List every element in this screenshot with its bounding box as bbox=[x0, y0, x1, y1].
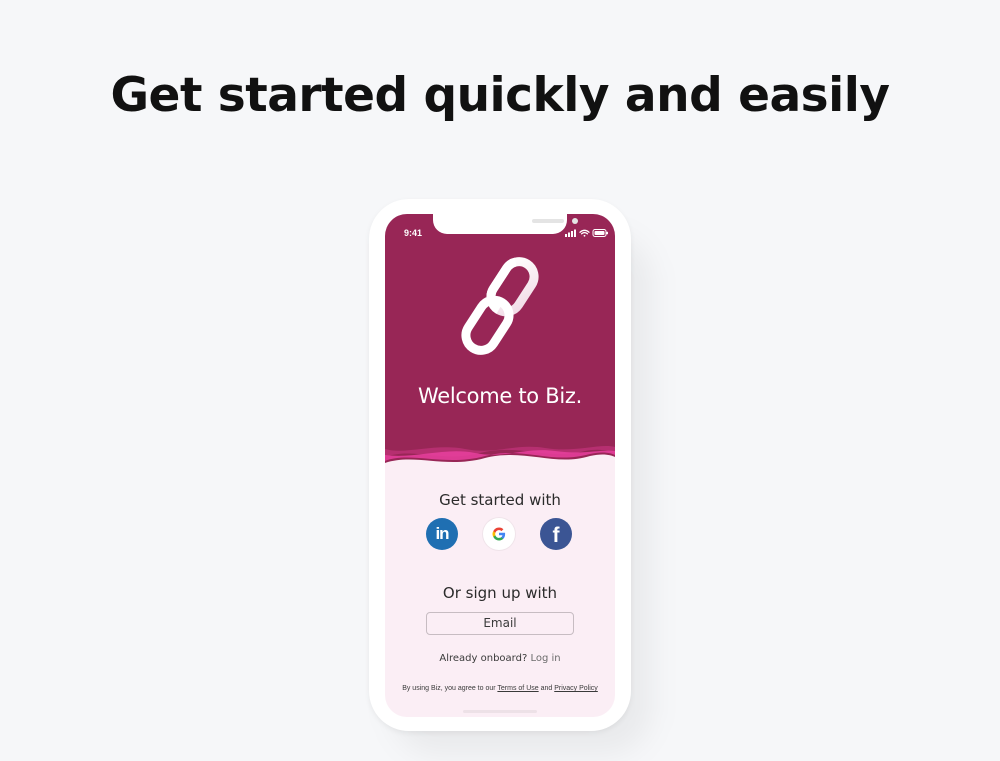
google-signin-button[interactable] bbox=[483, 518, 515, 550]
linkedin-icon: in bbox=[435, 524, 449, 543]
legal-prefix: By using Biz, you agree to our bbox=[402, 685, 496, 692]
welcome-header: 9:41 Welcome to Biz. bbox=[385, 214, 615, 469]
chain-link-logo-icon bbox=[461, 257, 539, 355]
linkedin-signin-button[interactable]: in bbox=[426, 518, 458, 550]
home-indicator bbox=[463, 710, 537, 713]
legal-text: By using Biz, you agree to our Terms of … bbox=[393, 683, 607, 694]
phone-mockup: 9:41 Welcome to Biz. Get started with in… bbox=[369, 199, 631, 731]
already-onboard-row: Already onboard? Log in bbox=[385, 653, 615, 664]
status-time: 9:41 bbox=[404, 228, 423, 238]
wave-divider bbox=[385, 439, 615, 479]
wifi-icon bbox=[579, 229, 590, 237]
speaker-grille bbox=[532, 219, 564, 223]
login-link[interactable]: Log in bbox=[530, 653, 560, 664]
status-icons bbox=[565, 229, 608, 237]
battery-icon bbox=[592, 229, 608, 237]
facebook-icon: f bbox=[552, 524, 560, 547]
facebook-signin-button[interactable]: f bbox=[540, 518, 572, 550]
front-camera bbox=[572, 218, 578, 224]
page-headline: Get started quickly and easily bbox=[110, 68, 890, 123]
get-started-label: Get started with bbox=[439, 491, 561, 509]
google-icon bbox=[492, 527, 506, 541]
email-signup-button[interactable]: Email bbox=[426, 612, 574, 635]
privacy-policy-link[interactable]: Privacy Policy bbox=[554, 685, 598, 692]
already-onboard-text: Already onboard? bbox=[439, 653, 528, 664]
signal-icon bbox=[565, 229, 576, 237]
welcome-title: Welcome to Biz. bbox=[418, 384, 582, 408]
legal-and: and bbox=[540, 685, 553, 692]
phone-screen: 9:41 Welcome to Biz. Get started with in… bbox=[385, 214, 615, 717]
phone-notch bbox=[433, 214, 578, 234]
or-signup-label: Or sign up with bbox=[442, 584, 558, 602]
terms-of-use-link[interactable]: Terms of Use bbox=[497, 685, 538, 692]
